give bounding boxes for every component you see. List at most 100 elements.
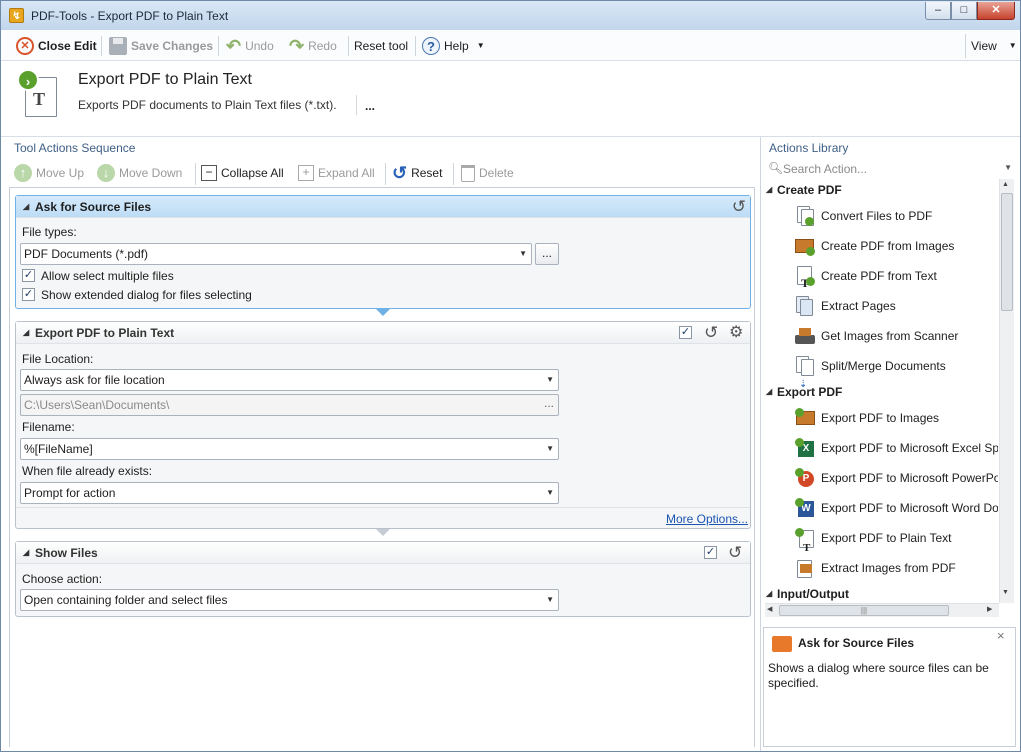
move-down-button[interactable]: ↓ Move Down [94,161,185,185]
library-group-input-output[interactable]: ◢ Input/Output [765,583,998,603]
library-search-input[interactable]: 🔍︎ Search Action... ▼ [765,160,1015,178]
reset-action-icon[interactable]: ↺ [704,322,718,344]
library-item[interactable]: Create PDF from Images [765,231,998,261]
collapse-triangle-icon[interactable]: ◢ [23,542,29,564]
search-placeholder: Search Action... [783,162,868,176]
undo-button[interactable]: ↶ Undo [223,34,277,58]
action-card-show-files[interactable]: ◢ Show Files ✓ ↺ Choose action: Open con… [15,541,751,617]
maximize-button[interactable]: □ [951,2,977,20]
export-text-tool-icon: T › [17,69,63,121]
tool-description: Exports PDF documents to Plain Text file… [78,98,337,112]
reset-tool-button[interactable]: Reset tool [351,34,411,58]
delete-button[interactable]: Delete [458,161,517,185]
collapse-all-button[interactable]: − Collapse All [198,161,287,185]
main-toolbar: ✕ Close Edit Save Changes ↶ Undo ↷ Redo … [1,30,1020,61]
expand-all-button[interactable]: + Expand All [295,161,378,185]
library-vertical-scrollbar[interactable]: ▲ ▼ [999,179,1014,603]
library-item[interactable]: ⇣ Split/Merge Documents [765,351,998,390]
text-document-icon: T [795,266,815,290]
library-horizontal-scrollbar[interactable]: ◀ ||| ▶ [765,603,999,617]
chevron-down-icon[interactable]: ▼ [1004,163,1012,172]
help-button[interactable]: ? Help ▼ [419,34,488,58]
action-card-export-plain-text[interactable]: ◢ Export PDF to Plain Text ✓ ↺ ⚙ File Lo… [15,321,751,529]
enable-action-checkbox[interactable]: ✓ [679,326,692,339]
redo-button[interactable]: ↷ Redo [286,34,340,58]
connector-arrow [376,309,390,316]
action-card-ask-source-files[interactable]: ◢ Ask for Source Files ↺ File types: PDF… [15,195,751,309]
reset-button[interactable]: ↺ Reset [389,161,445,185]
file-exists-select[interactable]: Prompt for action ▼ [20,482,559,504]
export-images-icon [795,408,815,428]
choose-action-select[interactable]: Open containing folder and select files … [20,589,559,611]
library-item[interactable]: P Export PDF to Microsoft PowerPoi [765,463,998,493]
scroll-down-icon[interactable]: ▼ [1002,589,1009,596]
floppy-disk-icon [109,37,127,55]
reset-action-icon[interactable]: ↺ [732,196,746,218]
action-card-header[interactable]: ◢ Export PDF to Plain Text ✓ ↺ ⚙ [16,322,750,344]
scroll-right-icon[interactable]: ▶ [987,605,992,613]
close-window-button[interactable]: ✕ [977,2,1015,20]
filename-label: Filename: [22,420,75,434]
action-card-header[interactable]: ◢ Show Files ✓ ↺ [16,542,750,564]
reset-tool-label: Reset tool [354,39,409,53]
action-card-header[interactable]: ◢ Ask for Source Files ↺ [16,196,750,218]
collapse-triangle-icon[interactable]: ◢ [766,179,772,201]
library-item[interactable]: Extract Pages [765,291,998,321]
library-item[interactable]: Convert Files to PDF [765,201,998,231]
output-path-field[interactable]: C:\Users\Sean\Documents\ ... [20,394,559,416]
controls-divider [453,163,454,185]
library-group-export-pdf[interactable]: ◢ Export PDF [765,381,998,403]
file-types-select[interactable]: PDF Documents (*.pdf) ▼ [20,243,532,265]
reset-action-icon[interactable]: ↺ [728,542,742,564]
scroll-up-icon[interactable]: ▲ [1002,181,1009,188]
collapse-triangle-icon[interactable]: ◢ [766,583,772,603]
toolbar-divider [101,36,102,56]
undo-arrow-icon: ↶ [226,36,242,56]
excel-icon: X [795,438,815,458]
output-path-browse-button[interactable]: ... [544,393,554,413]
library-item[interactable]: X Export PDF to Microsoft Excel Spre [765,433,998,463]
convert-files-icon [795,206,815,226]
minimize-button[interactable]: – [925,2,951,20]
library-item[interactable]: Extract Images from PDF [765,553,998,583]
action-card-title: Ask for Source Files [35,200,152,214]
more-options-link[interactable]: More Options... [666,512,748,526]
collapse-triangle-icon[interactable]: ◢ [766,381,772,403]
library-item[interactable]: T Create PDF from Text [765,261,998,291]
output-path-value: C:\Users\Sean\Documents\ [24,398,170,412]
edit-description-button[interactable]: ... [365,99,375,113]
collapse-triangle-icon[interactable]: ◢ [23,322,29,344]
panel-splitter[interactable] [760,137,761,751]
save-changes-button[interactable]: Save Changes [106,34,216,58]
choose-action-value: Open containing folder and select files [24,593,228,607]
images-icon [795,236,815,256]
group-label: Input/Output [777,587,849,601]
enable-action-checkbox[interactable]: ✓ [704,546,717,559]
gear-icon[interactable]: ⚙ [729,322,743,344]
filename-input[interactable]: %[FileName] ▼ [20,438,559,460]
close-edit-button[interactable]: ✕ Close Edit [13,34,100,58]
scroll-left-icon[interactable]: ◀ [767,605,772,613]
move-up-button[interactable]: ↑ Move Up [11,161,87,185]
close-description-button[interactable]: × [997,628,1005,643]
library-item[interactable]: Export PDF to Images [765,403,998,433]
library-item[interactable]: T Export PDF to Plain Text [765,523,998,554]
group-label: Create PDF [777,183,842,197]
plain-text-icon: T [795,528,815,554]
scrollbar-thumb[interactable]: ||| [779,605,949,616]
file-exists-value: Prompt for action [24,486,116,500]
allow-multiple-checkbox[interactable]: ✓ [22,269,35,282]
library-item-label: Create PDF from Images [821,239,955,253]
scrollbar-thumb[interactable] [1001,193,1013,311]
extended-dialog-checkbox[interactable]: ✓ [22,288,35,301]
app-logo-icon: ↯ [9,8,24,23]
allow-multiple-label: Allow select multiple files [41,269,174,283]
file-exists-label: When file already exists: [22,464,153,478]
library-item[interactable]: W Export PDF to Microsoft Word Doc [765,493,998,523]
file-location-select[interactable]: Always ask for file location ▼ [20,369,559,391]
file-types-browse-button[interactable]: ... [535,243,559,265]
library-group-create-pdf[interactable]: ◢ Create PDF [765,179,998,201]
view-menu-button[interactable]: View ▼ [968,34,1020,58]
library-item[interactable]: Get Images from Scanner [765,321,998,351]
collapse-triangle-icon[interactable]: ◢ [23,196,29,218]
